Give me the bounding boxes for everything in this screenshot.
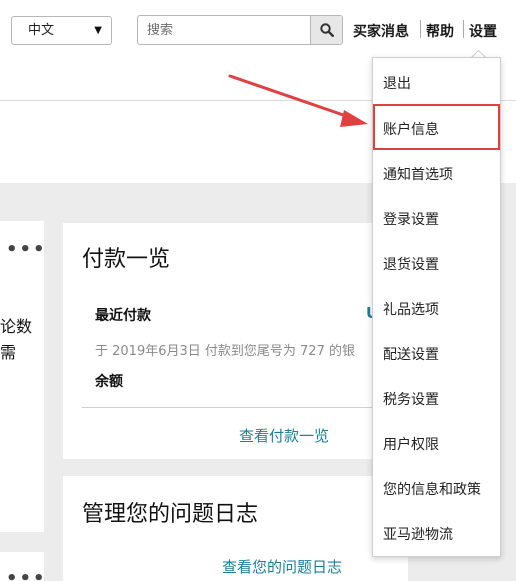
annotation-arrow-icon xyxy=(228,74,368,127)
